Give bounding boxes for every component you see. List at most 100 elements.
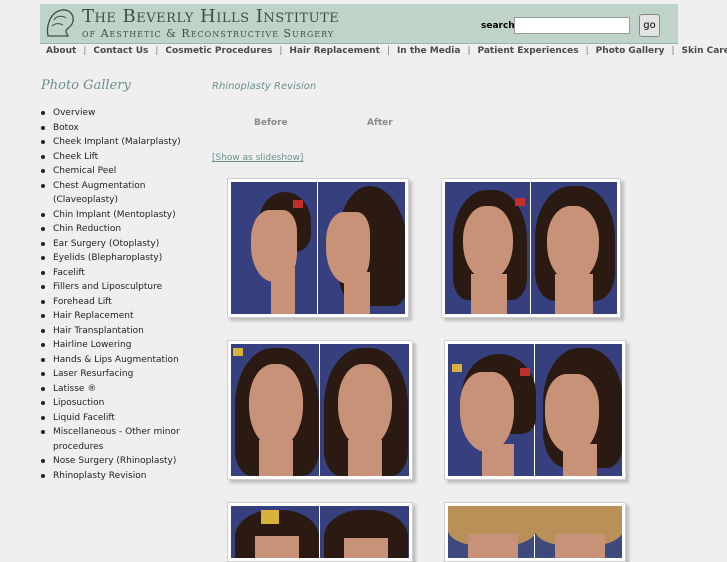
- sidebar-item-label[interactable]: Hair Transplantation: [53, 326, 144, 336]
- after-photo: [320, 344, 409, 476]
- bullet-icon: [41, 154, 45, 159]
- nav-patient-experiences[interactable]: Patient Experiences: [477, 46, 578, 56]
- sidebar-item[interactable]: Botox: [40, 121, 210, 136]
- sidebar-item-label[interactable]: Hands & Lips Augmentation: [53, 355, 179, 365]
- sidebar-item[interactable]: Laser Resurfacing: [40, 367, 210, 382]
- nav-divider: [40, 43, 678, 44]
- sidebar-item-label[interactable]: Miscellaneous - Other minor procedures: [53, 427, 180, 452]
- sidebar-item[interactable]: Liposuction: [40, 396, 210, 411]
- sidebar-item[interactable]: Fillers and Liposculpture: [40, 280, 210, 295]
- bullet-icon: [41, 357, 45, 362]
- sidebar-item-label[interactable]: Chemical Peel: [53, 166, 116, 176]
- bullet-icon: [41, 256, 45, 260]
- sidebar-item-label[interactable]: Cheek Implant (Malarplasty): [53, 137, 181, 147]
- gallery-photo[interactable]: [227, 340, 413, 480]
- go-button[interactable]: go: [639, 14, 660, 37]
- nav-separator: |: [279, 46, 283, 56]
- gallery-photo[interactable]: [441, 178, 621, 318]
- sidebar-item-label[interactable]: Fillers and Liposculpture: [53, 282, 162, 292]
- search-input[interactable]: [514, 17, 630, 34]
- sidebar-item[interactable]: Hair Transplantation: [40, 324, 210, 339]
- nav-separator: |: [671, 46, 675, 56]
- sidebar-item[interactable]: Cheek Lift: [40, 150, 210, 165]
- nav-separator: |: [83, 46, 87, 56]
- sidebar-item[interactable]: Overview: [40, 106, 210, 121]
- nav-contact-us[interactable]: Contact Us: [93, 46, 148, 56]
- gallery-photo[interactable]: [227, 178, 409, 318]
- sidebar-item-label[interactable]: Laser Resurfacing: [53, 369, 133, 379]
- before-after-image: [445, 182, 617, 314]
- sidebar-item[interactable]: Eyelids (Blepharoplasty): [40, 251, 210, 266]
- sidebar-item[interactable]: Chin Reduction: [40, 222, 210, 237]
- sidebar-item-label[interactable]: Hairline Lowering: [53, 340, 131, 350]
- before-after-image: [448, 344, 622, 476]
- after-photo: [318, 182, 405, 314]
- sidebar-item-label[interactable]: Liquid Facelift: [53, 413, 115, 423]
- sidebar-item[interactable]: Latisse ®: [40, 382, 210, 397]
- nav-separator: |: [386, 46, 390, 56]
- sidebar-item-label[interactable]: Ear Surgery (Otoplasty): [53, 239, 159, 249]
- gallery-photo[interactable]: [444, 340, 626, 480]
- gallery-photo[interactable]: [444, 502, 626, 562]
- bullet-icon: [41, 241, 45, 246]
- bullet-icon: [41, 270, 45, 275]
- nav-in-the-media[interactable]: In the Media: [397, 46, 461, 56]
- sidebar-menu: Overview Botox Cheek Implant (Malarplast…: [40, 106, 210, 483]
- nav-photo-gallery[interactable]: Photo Gallery: [596, 46, 665, 56]
- gallery-photo[interactable]: [227, 502, 413, 562]
- sidebar-item[interactable]: Nose Surgery (Rhinoplasty): [40, 454, 210, 469]
- sidebar-item-label[interactable]: Botox: [53, 123, 79, 133]
- sidebar-item-label[interactable]: Rhinoplasty Revision: [53, 471, 146, 481]
- bullet-icon: [41, 343, 45, 347]
- page-title: Rhinoplasty Revision: [212, 81, 317, 92]
- sidebar-item-label[interactable]: Chin Reduction: [53, 224, 121, 234]
- bullet-icon: [41, 328, 45, 333]
- sidebar-item[interactable]: Chemical Peel: [40, 164, 210, 179]
- sidebar-item-label[interactable]: Chest Augmentation (Claveoplasty): [53, 181, 145, 206]
- sidebar-item-label[interactable]: Liposuction: [53, 398, 104, 408]
- after-photo: [535, 344, 622, 476]
- sidebar-item-label[interactable]: Nose Surgery (Rhinoplasty): [53, 456, 176, 466]
- bullet-icon: [41, 299, 45, 304]
- bullet-icon: [41, 227, 45, 231]
- sidebar-item-label[interactable]: Cheek Lift: [53, 152, 98, 162]
- sidebar-item-label[interactable]: Forehead Lift: [53, 297, 112, 307]
- bullet-icon: [41, 183, 45, 188]
- sidebar-item[interactable]: Miscellaneous - Other minor procedures: [40, 425, 210, 454]
- bullet-icon: [41, 401, 45, 405]
- bullet-icon: [41, 212, 45, 217]
- bullet-icon: [41, 473, 45, 478]
- sidebar-item[interactable]: Forehead Lift: [40, 295, 210, 310]
- before-label: Before: [254, 118, 288, 128]
- sidebar-item[interactable]: Cheek Implant (Malarplasty): [40, 135, 210, 150]
- logo-icon[interactable]: [42, 6, 78, 40]
- sidebar-item[interactable]: Hands & Lips Augmentation: [40, 353, 210, 368]
- sidebar-item[interactable]: Facelift: [40, 266, 210, 281]
- site-title[interactable]: The Beverly Hills Institute: [82, 6, 339, 27]
- before-photo: [231, 182, 318, 314]
- after-photo: [320, 506, 409, 558]
- after-label: After: [367, 118, 393, 128]
- before-photo: [448, 506, 536, 558]
- nav-separator: |: [155, 46, 159, 56]
- sidebar-item[interactable]: Hair Replacement: [40, 309, 210, 324]
- sidebar-item[interactable]: Chin Implant (Mentoplasty): [40, 208, 210, 223]
- slideshow-link[interactable]: [Show as slideshow]: [212, 153, 303, 163]
- nav-hair-replacement[interactable]: Hair Replacement: [289, 46, 380, 56]
- sidebar-item-label[interactable]: Hair Replacement: [53, 311, 133, 321]
- sidebar-item-label[interactable]: Chin Implant (Mentoplasty): [53, 210, 176, 220]
- sidebar-item[interactable]: Liquid Facelift: [40, 411, 210, 426]
- bullet-icon: [41, 140, 45, 144]
- bullet-icon: [41, 169, 45, 173]
- sidebar-item-label[interactable]: Facelift: [53, 268, 85, 278]
- nav-skin-care[interactable]: Skin Care: [682, 46, 727, 56]
- sidebar-item[interactable]: Chest Augmentation (Claveoplasty): [40, 179, 210, 208]
- sidebar-item[interactable]: Ear Surgery (Otoplasty): [40, 237, 210, 252]
- nav-about[interactable]: About: [46, 46, 76, 56]
- sidebar-item[interactable]: Hairline Lowering: [40, 338, 210, 353]
- nav-cosmetic-procedures[interactable]: Cosmetic Procedures: [165, 46, 272, 56]
- sidebar-item[interactable]: Rhinoplasty Revision: [40, 469, 210, 484]
- sidebar-item-label[interactable]: Overview: [53, 108, 95, 118]
- sidebar-item-label[interactable]: Latisse ®: [53, 384, 96, 394]
- sidebar-item-label[interactable]: Eyelids (Blepharoplasty): [53, 253, 162, 263]
